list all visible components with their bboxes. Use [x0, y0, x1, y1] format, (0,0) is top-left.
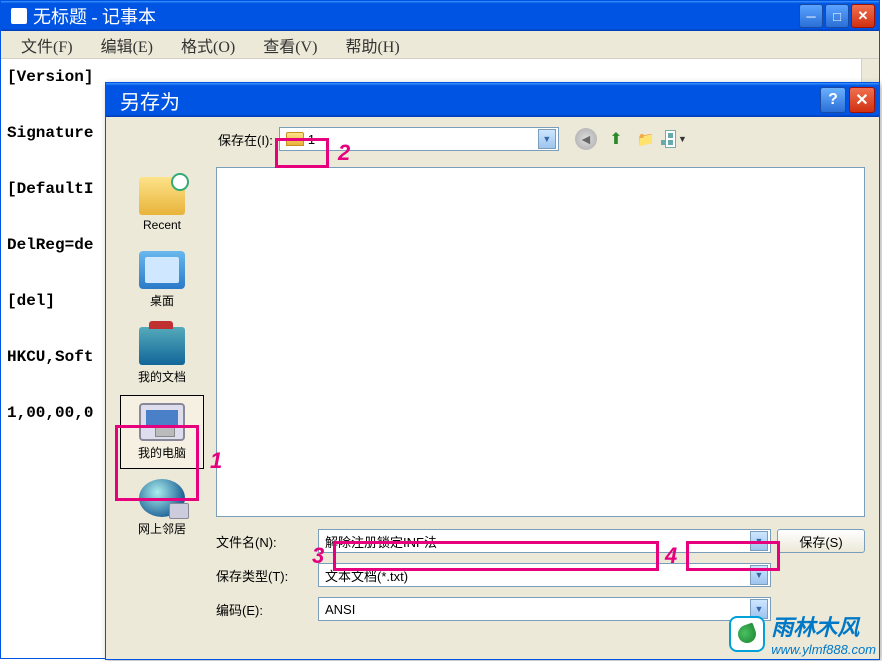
savein-value: 1 [308, 132, 538, 147]
saveas-title: 另存为 [120, 86, 817, 115]
filename-input[interactable]: 解除注册锁定INF法 ▼ [318, 529, 771, 553]
place-documents[interactable]: 我的文档 [120, 319, 204, 393]
file-list[interactable] [216, 167, 865, 517]
saveas-dialog: 另存为 ? ✕ 保存在(I): 1 ▼ ◄ ⬆ 📁 ▼ Recent [105, 82, 880, 660]
filetype-select[interactable]: 文本文档(*.txt) ▼ [318, 563, 771, 587]
filetype-row: 保存类型(T): 文本文档(*.txt) ▼ [216, 563, 865, 587]
place-recent-label: Recent [143, 218, 181, 232]
minimize-button[interactable]: ─ [799, 4, 823, 28]
places-bar: Recent 桌面 我的文档 我的电脑 网上邻居 [116, 167, 208, 649]
filename-label: 文件名(N): [216, 532, 312, 551]
dialog-close-button[interactable]: ✕ [849, 87, 875, 113]
encoding-select[interactable]: ANSI ▼ [318, 597, 771, 621]
savein-label: 保存在(I): [218, 130, 273, 149]
network-icon [139, 479, 185, 517]
maximize-button[interactable]: □ [825, 4, 849, 28]
filetype-label: 保存类型(T): [216, 566, 312, 585]
notepad-app-icon [11, 8, 27, 24]
place-mycomputer[interactable]: 我的电脑 [120, 395, 204, 469]
filename-row: 文件名(N): 解除注册锁定INF法 ▼ 保存(S) [216, 529, 865, 553]
place-mycomputer-label: 我的电脑 [138, 444, 186, 461]
help-button[interactable]: ? [820, 87, 846, 113]
watermark-title: 雨林木风 [771, 610, 876, 642]
save-button[interactable]: 保存(S) [777, 529, 865, 553]
chevron-down-icon[interactable]: ▼ [538, 129, 556, 149]
encoding-label: 编码(E): [216, 600, 312, 619]
window-controls: ─ □ ✕ [799, 4, 875, 28]
menu-view[interactable]: 查看(V) [249, 29, 331, 61]
recent-icon [139, 177, 185, 215]
views-button[interactable]: ▼ [665, 128, 687, 150]
nav-back-button[interactable]: ◄ [575, 128, 597, 150]
folder-icon [286, 132, 304, 146]
desktop-icon [139, 251, 185, 289]
watermark: 雨林木风 www.ylmf888.com [729, 610, 876, 657]
menubar: 文件(F) 编辑(E) 格式(O) 查看(V) 帮助(H) [1, 31, 879, 59]
filetype-value: 文本文档(*.txt) [325, 566, 750, 585]
place-documents-label: 我的文档 [138, 368, 186, 385]
computer-icon [139, 403, 185, 441]
new-folder-button[interactable]: 📁 [635, 128, 657, 150]
saveas-body: 保存在(I): 1 ▼ ◄ ⬆ 📁 ▼ Recent 桌面 [106, 117, 879, 659]
place-desktop-label: 桌面 [150, 292, 174, 309]
nav-icons: ◄ ⬆ 📁 ▼ [575, 128, 687, 150]
menu-format[interactable]: 格式(O) [167, 29, 249, 61]
savein-dropdown[interactable]: 1 ▼ [279, 127, 559, 151]
encoding-value: ANSI [325, 602, 750, 617]
notepad-title: 无标题 - 记事本 [33, 3, 799, 29]
place-desktop[interactable]: 桌面 [120, 243, 204, 317]
place-network[interactable]: 网上邻居 [120, 471, 204, 545]
place-network-label: 网上邻居 [138, 520, 186, 537]
menu-help[interactable]: 帮助(H) [331, 29, 413, 61]
close-button[interactable]: ✕ [851, 4, 875, 28]
documents-icon [139, 327, 185, 365]
watermark-logo [729, 616, 765, 652]
nav-up-button[interactable]: ⬆ [605, 128, 627, 150]
notepad-titlebar[interactable]: 无标题 - 记事本 ─ □ ✕ [1, 1, 879, 31]
filename-value: 解除注册锁定INF法 [325, 532, 750, 551]
savein-row: 保存在(I): 1 ▼ ◄ ⬆ 📁 ▼ [218, 127, 867, 151]
saveas-titlebar[interactable]: 另存为 ? ✕ [106, 83, 879, 117]
menu-file[interactable]: 文件(F) [7, 29, 87, 61]
place-recent[interactable]: Recent [120, 167, 204, 241]
chevron-down-icon[interactable]: ▼ [750, 565, 768, 585]
menu-edit[interactable]: 编辑(E) [87, 29, 167, 61]
chevron-down-icon[interactable]: ▼ [750, 531, 768, 551]
watermark-url: www.ylmf888.com [771, 642, 876, 657]
